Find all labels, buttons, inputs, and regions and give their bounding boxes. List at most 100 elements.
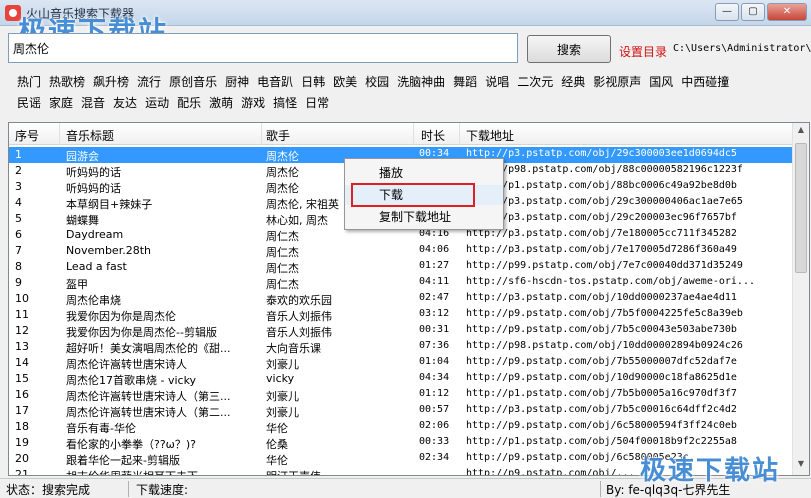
table-row[interactable]: 18 音乐有毒-华伦 华伦 02:06 http://p9.pstatp.com/obj… <box>9 419 793 435</box>
category-item[interactable]: 激萌 <box>209 94 233 111</box>
cell-duration: 04:11 <box>419 276 450 287</box>
table-row[interactable]: 8 Lead a fast 周仁杰 01:27 http://p99.pstatp.co… <box>9 259 793 275</box>
cell-url: http://p1.pstatp.com/obj/504f00018b9f2c2… <box>466 436 737 447</box>
cell-no: 4 <box>15 196 22 209</box>
search-button[interactable]: 搜索 <box>527 35 611 63</box>
cell-artist: 音乐人刘振伟 <box>266 310 332 323</box>
category-item[interactable]: 飙升榜 <box>93 73 129 90</box>
category-item[interactable]: 流行 <box>137 73 161 90</box>
category-item[interactable]: 民谣 <box>17 94 41 111</box>
category-item[interactable]: 混音 <box>81 94 105 111</box>
cell-url: http://p99.pstatp.com/obj/7e7c00040dd371… <box>466 260 743 271</box>
category-item[interactable]: 搞怪 <box>273 94 297 111</box>
cell-no: 3 <box>15 180 22 193</box>
category-item[interactable]: 电音趴 <box>257 73 293 90</box>
category-item[interactable]: 经典 <box>561 73 585 90</box>
table-header: 序号 音乐标题 歌手 时长 下载地址 <box>9 123 793 145</box>
cell-duration: 03:12 <box>419 308 450 319</box>
restore-button[interactable]: ▢ <box>741 3 765 21</box>
column-header-artist[interactable]: 歌手 <box>266 127 290 144</box>
category-item[interactable]: 二次元 <box>517 73 553 90</box>
cell-url: http://p9.pstatp.com/obj/7b55000007dfc52… <box>466 356 737 367</box>
category-item[interactable]: 游戏 <box>241 94 265 111</box>
cell-duration: 00:31 <box>419 324 450 335</box>
table-row[interactable]: 10 周杰伦串烧 泰欢的欢乐园 02:47 http://p3.pstatp.com/o… <box>9 291 793 307</box>
category-item[interactable]: 原创音乐 <box>169 73 217 90</box>
table-row[interactable]: 7 November.28th 周仁杰 04:06 http://p3.pstatp.c… <box>9 243 793 259</box>
category-item[interactable]: 校园 <box>365 73 389 90</box>
category-item[interactable]: 热歌榜 <box>49 73 85 90</box>
cell-title: 听妈妈的话 <box>66 182 121 195</box>
cell-url: http://p3.pstatp.com/obj/29c300000406ac1… <box>466 196 743 207</box>
table-row[interactable]: 11 我爱你因为你是周杰伦 音乐人刘振伟 03:12 http://p9.pstatp.… <box>9 307 793 323</box>
cell-no: 10 <box>15 292 29 305</box>
table-row[interactable]: 15 周杰伦17首歌串烧 - vicky vicky 04:34 http://p9.p… <box>9 371 793 387</box>
cell-url: http://p3.pstatp.com/obj/29c300003ee1d06… <box>466 148 737 159</box>
table-row[interactable]: 21 胡志伦华周菲米相耳下去下... 明汀玉声伟 http://p9.pstatp.c… <box>9 467 793 475</box>
category-item[interactable]: 国风 <box>649 73 673 90</box>
settings-directory-link[interactable]: 设置目录 <box>619 43 667 60</box>
table-row[interactable]: 20 跟着华伦一起来-剪辑版 华伦 02:34 http://p9.pstatp.com… <box>9 451 793 467</box>
menu-item-copy-url[interactable]: 复制下载地址 <box>345 207 503 227</box>
category-item[interactable]: 日韩 <box>301 73 325 90</box>
cell-url: http://p3.pstatp.com/obj/7e180005cc711f3… <box>466 228 737 239</box>
column-header-duration[interactable]: 时长 <box>421 127 445 144</box>
cell-title: 我爱你因为你是周杰伦--剪辑版 <box>66 326 217 339</box>
table-row[interactable]: 19 看伦家的小拳拳（??ω？)? 伦桑 00:33 http://p1.pstatp.… <box>9 435 793 451</box>
cell-url: http://p98.pstatp.com/obj/10dd00002894b0… <box>466 340 743 351</box>
cell-artist: 伦桑 <box>266 438 288 451</box>
search-input[interactable] <box>8 33 518 63</box>
category-item[interactable]: 说唱 <box>485 73 509 90</box>
cell-no: 7 <box>15 244 22 257</box>
cell-url: http://p1.pstatp.com/obj/7b5b0005a16c970… <box>466 388 737 399</box>
cell-no: 19 <box>15 436 29 449</box>
cell-url: http://p98.pstatp.com/obj/88c00000582196… <box>466 164 743 175</box>
close-button[interactable]: ✕ <box>767 3 807 21</box>
category-item[interactable]: 家庭 <box>49 94 73 111</box>
cell-title: 超好听！美女演唱周杰伦的《甜... <box>66 342 231 355</box>
cell-title: 跟着华伦一起来-剪辑版 <box>66 454 180 467</box>
cell-url: http://p9.pstatp.com/obj/7b5c00043e503ab… <box>466 324 737 335</box>
cell-title: 盔甲 <box>66 278 88 291</box>
cell-artist: 音乐人刘振伟 <box>266 326 332 339</box>
scroll-down-icon[interactable]: ▼ <box>795 459 807 473</box>
category-item[interactable]: 日常 <box>305 94 329 111</box>
cell-title: 周杰伦许嵩转世唐宋诗人（第二... <box>66 406 231 419</box>
cell-url: http://p3.pstatp.com/obj/7b5c00016c64dff… <box>466 404 737 415</box>
table-row[interactable]: 9 盔甲 周仁杰 04:11 http://sf6-hscdn-tos.pstatp.c… <box>9 275 793 291</box>
window-title: 火山音乐搜索下载器 <box>26 7 135 21</box>
menu-item-play[interactable]: 播放 <box>345 163 503 183</box>
title-bar: 火山音乐搜索下载器 — ▢ ✕ <box>0 0 811 26</box>
scroll-up-icon[interactable]: ▲ <box>795 125 807 139</box>
table-row[interactable]: 13 超好听！美女演唱周杰伦的《甜... 大向音乐课 07:36 http://p98.… <box>9 339 793 355</box>
table-row[interactable]: 17 周杰伦许嵩转世唐宋诗人（第二... 刘豪儿 00:57 http://p3.pst… <box>9 403 793 419</box>
category-item[interactable]: 洗脑神曲 <box>397 73 445 90</box>
category-item[interactable]: 影视原声 <box>593 73 641 90</box>
category-item[interactable]: 中西碰撞 <box>681 73 729 90</box>
cell-duration: 00:57 <box>419 404 450 415</box>
table-row[interactable]: 16 周杰伦许嵩转世唐宋诗人（第三... 刘豪儿 01:12 http://p1.pst… <box>9 387 793 403</box>
table-row[interactable]: 14 周杰伦许嵩转世唐宋诗人 刘豪儿 01:04 http://p9.pstatp.co… <box>9 355 793 371</box>
cell-duration: 01:27 <box>419 260 450 271</box>
category-item[interactable]: 热门 <box>17 73 41 90</box>
cell-title: 园游会 <box>66 150 99 163</box>
vertical-scrollbar[interactable]: ▲ ▼ <box>792 123 809 475</box>
category-item[interactable]: 厨神 <box>225 73 249 90</box>
category-item[interactable]: 运动 <box>145 94 169 111</box>
category-item[interactable]: 欧美 <box>333 73 357 90</box>
cell-url: http://p1.pstatp.com/obj/88bc0006c49a92b… <box>466 180 737 191</box>
column-header-no[interactable]: 序号 <box>15 127 39 144</box>
category-item[interactable]: 友达 <box>113 94 137 111</box>
cell-duration: 01:04 <box>419 356 450 367</box>
column-header-title[interactable]: 音乐标题 <box>66 127 114 144</box>
cell-url: http://p3.pstatp.com/obj/7e170005d7286f3… <box>466 244 737 255</box>
category-item[interactable]: 配乐 <box>177 94 201 111</box>
category-item[interactable]: 舞蹈 <box>453 73 477 90</box>
column-header-url[interactable]: 下载地址 <box>466 127 514 144</box>
cell-artist: 泰欢的欢乐园 <box>266 294 332 307</box>
table-row[interactable]: 12 我爱你因为你是周杰伦--剪辑版 音乐人刘振伟 00:31 http://p9.ps… <box>9 323 793 339</box>
minimize-button[interactable]: — <box>715 3 739 21</box>
column-divider <box>261 123 262 145</box>
cell-no: 17 <box>15 404 29 417</box>
scrollbar-thumb[interactable] <box>795 143 807 273</box>
